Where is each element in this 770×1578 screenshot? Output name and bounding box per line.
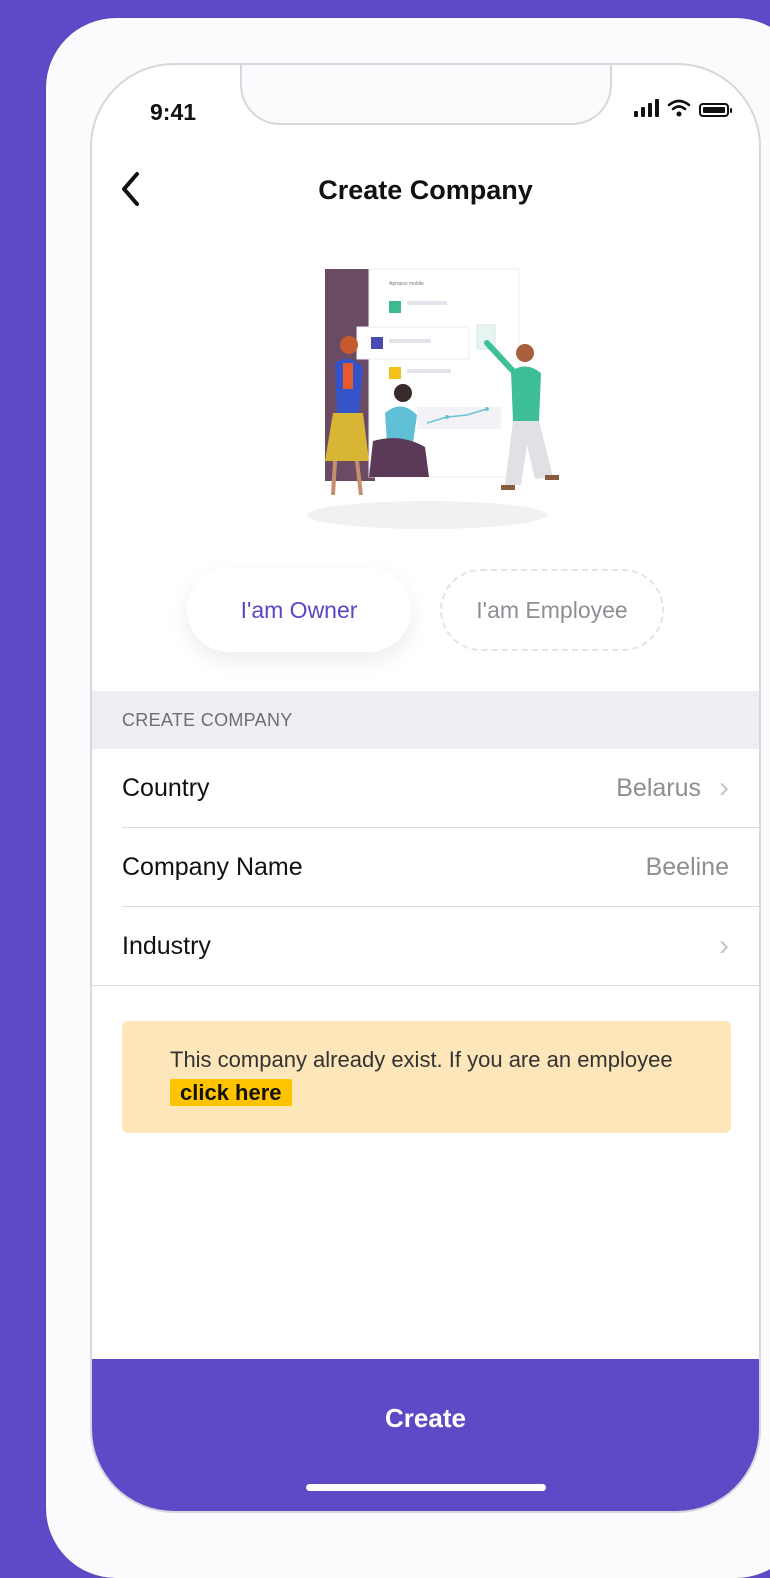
company-name-row[interactable]: Company Name Beeline xyxy=(122,828,729,906)
signal-icon xyxy=(634,97,659,117)
company-name-value[interactable]: Beeline xyxy=(646,853,729,882)
create-button-label: Create xyxy=(385,1403,466,1433)
employee-toggle[interactable]: I'am Employee xyxy=(440,569,664,651)
country-row[interactable]: Country Belarus › xyxy=(122,749,729,827)
industry-label: Industry xyxy=(122,931,211,960)
notice-text: This company already exist. If you are a… xyxy=(170,1047,673,1072)
owner-toggle[interactable]: I'am Owner xyxy=(187,568,411,652)
status-icons xyxy=(634,97,732,117)
create-button[interactable]: Create xyxy=(92,1359,759,1511)
section-header: CREATE COMPANY xyxy=(92,691,759,749)
team-illustration: Apropos mobile xyxy=(307,268,559,529)
industry-row[interactable]: Industry › xyxy=(122,907,729,985)
wifi-icon xyxy=(667,99,691,117)
country-value: Belarus xyxy=(616,773,701,802)
click-here-link[interactable]: click here xyxy=(170,1079,292,1106)
phone-screen: 9:41 Create Company Apropos mobile I'am … xyxy=(90,63,761,1513)
status-time: 9:41 xyxy=(150,99,197,125)
company-exists-notice: This company already exist. If you are a… xyxy=(122,1021,731,1133)
company-name-label: Company Name xyxy=(122,852,303,881)
board-title: Apropos mobile xyxy=(389,281,424,287)
row-divider xyxy=(92,985,759,986)
home-indicator[interactable] xyxy=(306,1484,546,1491)
page-title: Create Company xyxy=(318,175,533,205)
chevron-right-icon: › xyxy=(719,771,729,804)
chevron-right-icon: › xyxy=(719,929,729,962)
battery-icon xyxy=(699,103,732,117)
phone-notch xyxy=(240,65,612,125)
country-label: Country xyxy=(122,773,210,802)
